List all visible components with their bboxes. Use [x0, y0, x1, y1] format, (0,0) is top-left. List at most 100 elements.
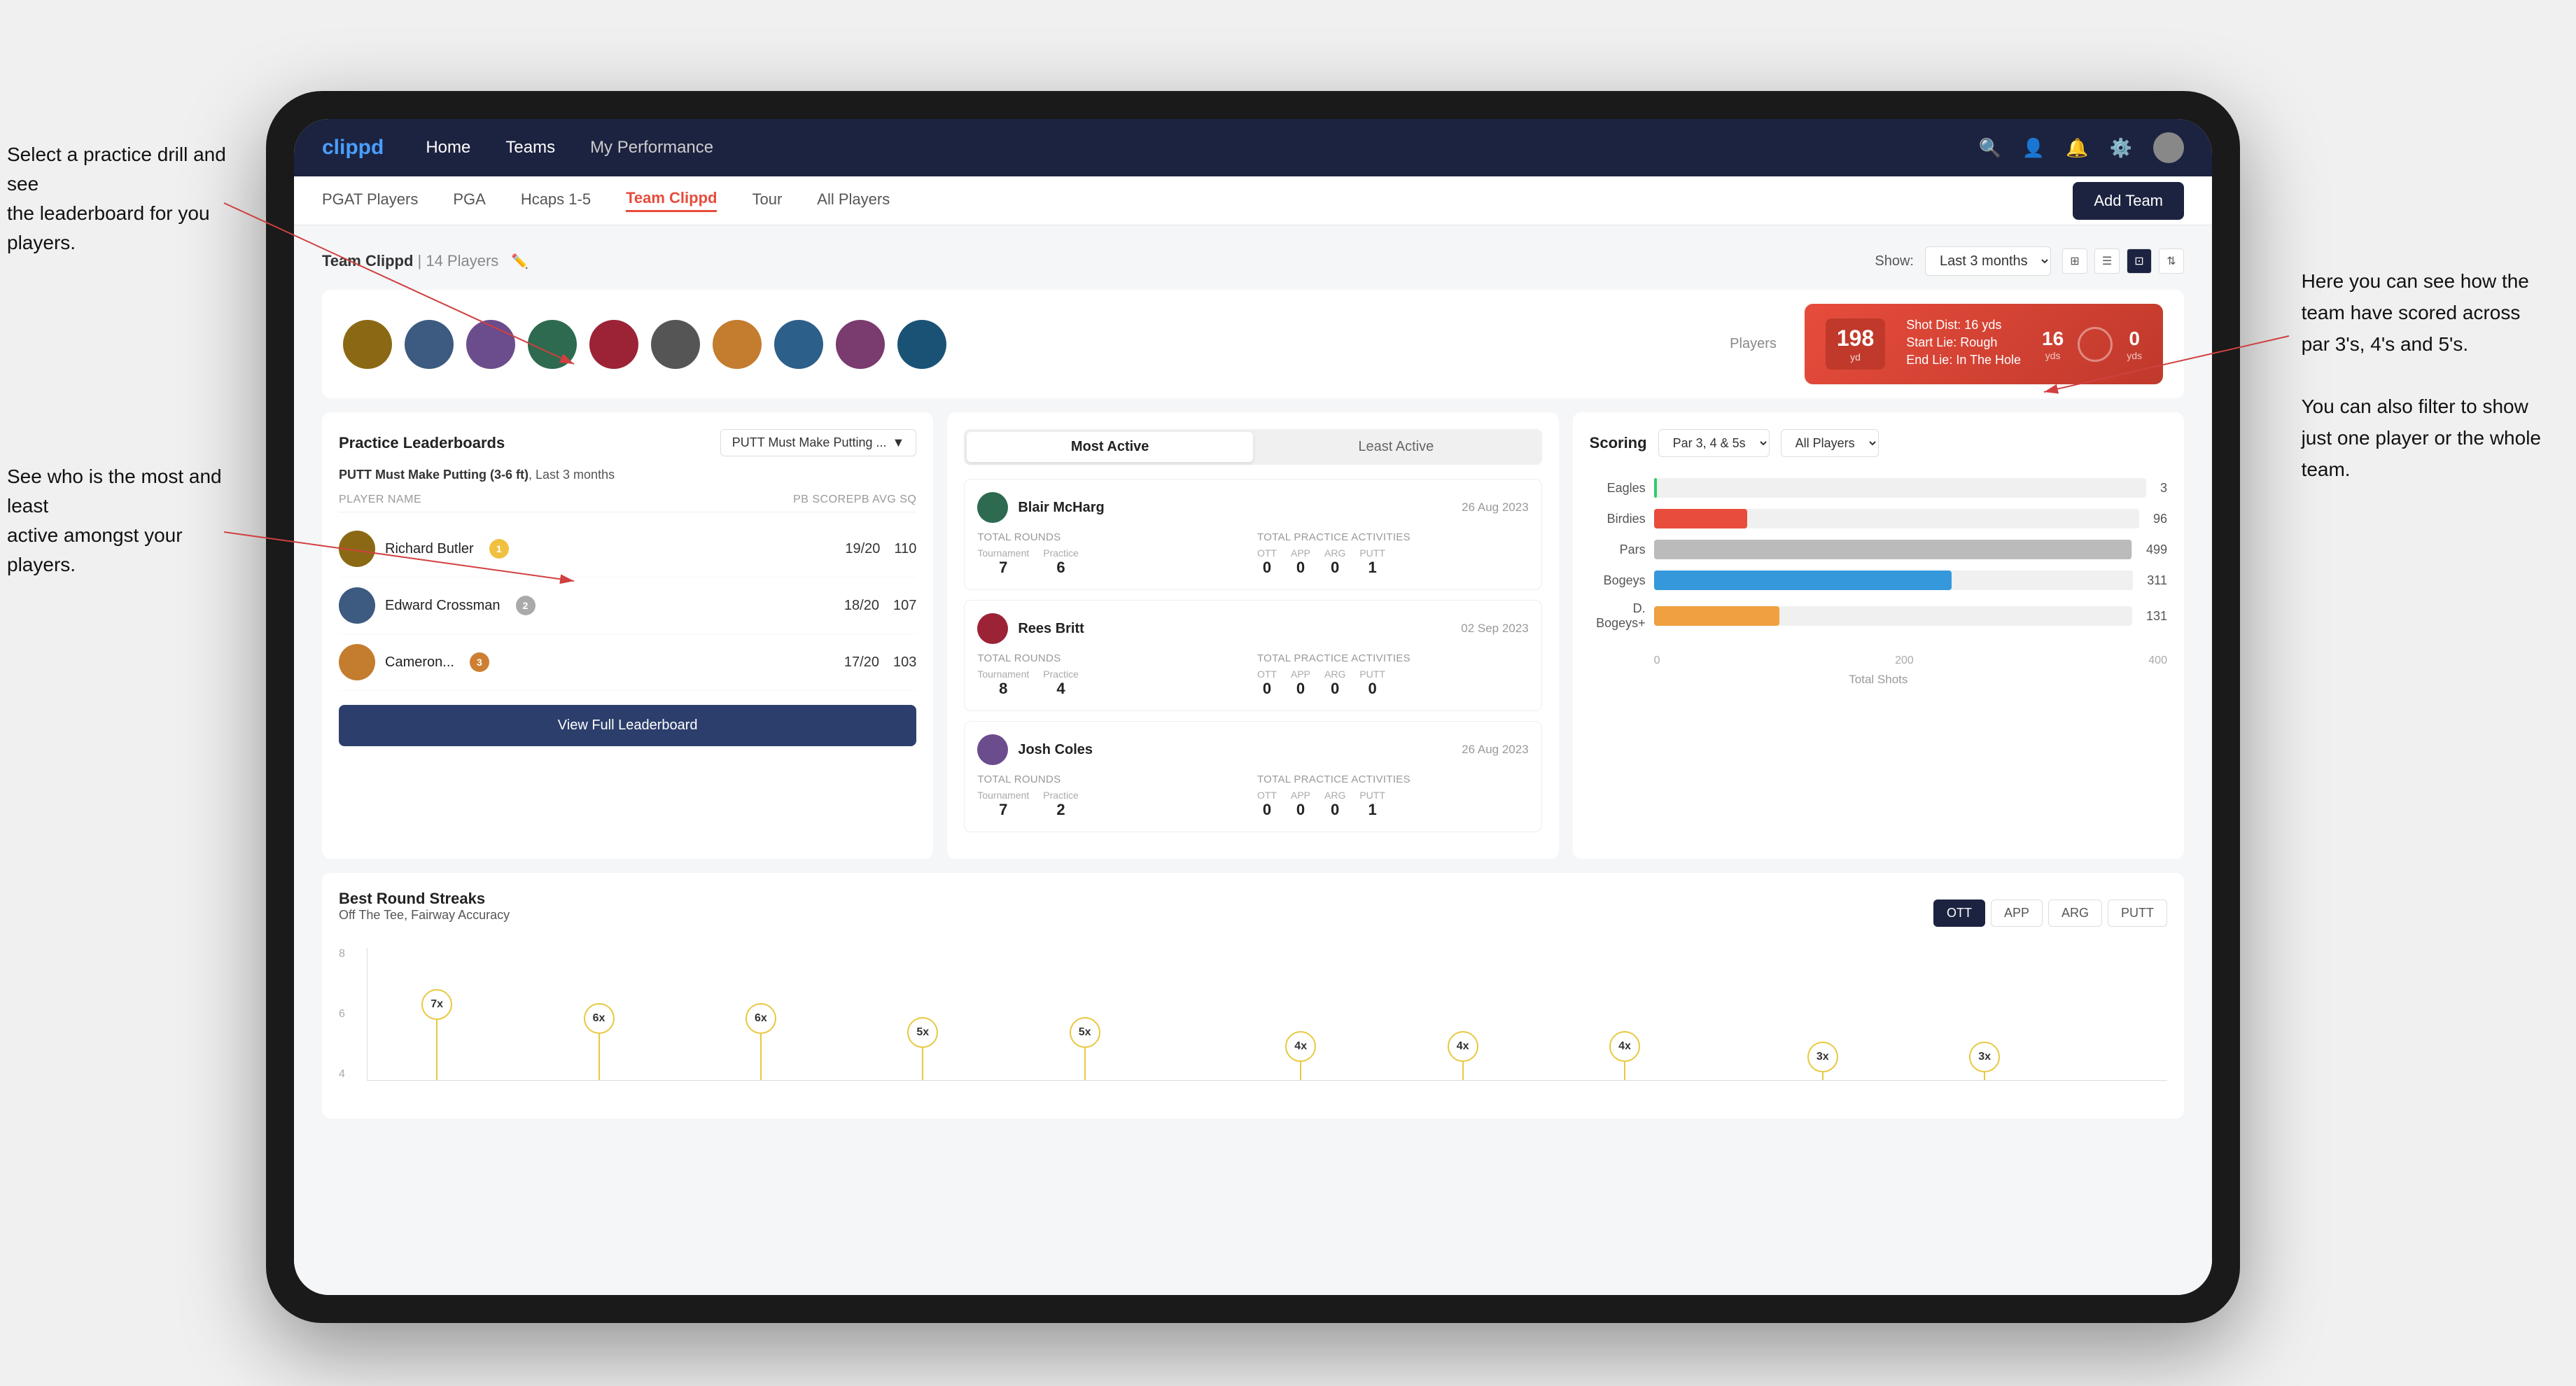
ott-stat-1: OTT 0 [1257, 547, 1277, 577]
lb-badge-1: 1 [489, 539, 509, 559]
scoring-header: Scoring Par 3, 4 & 5s Par 3s Par 4s Par … [1590, 429, 2167, 457]
rounds-row-2: Tournament 8 Practice 4 [977, 668, 1249, 698]
player-avatar-9[interactable] [836, 320, 885, 369]
streaks-title-group: Best Round Streaks Off The Tee, Fairway … [339, 890, 510, 937]
nav-my-performance[interactable]: My Performance [590, 138, 713, 158]
lb-player-2: Edward Crossman 2 [339, 587, 844, 624]
streaks-title: Best Round Streaks [339, 890, 510, 908]
apc-date-3: 26 Aug 2023 [1462, 743, 1528, 757]
total-rounds-label-1: Total Rounds [977, 531, 1249, 543]
bar-track-dbogeys [1654, 606, 2132, 626]
sub-nav-all-players[interactable]: All Players [817, 190, 890, 211]
streak-pin-1: 7x [421, 989, 452, 1080]
shot-dist-unit: yd [1837, 351, 1874, 363]
bar-val-birdies: 96 [2153, 512, 2167, 526]
bar-row-bogeys: Bogeys 311 [1590, 570, 2167, 590]
search-icon[interactable]: 🔍 [1979, 137, 2001, 159]
view-full-leaderboard-button[interactable]: View Full Leaderboard [339, 705, 916, 746]
lb-avatar-1[interactable] [339, 531, 375, 567]
lb-col-avg: PB Avg SQ [854, 493, 917, 506]
user-icon[interactable]: 👤 [2022, 137, 2045, 159]
streak-pin-9: 3x [1807, 1042, 1838, 1080]
ipad-screen: clippd Home Teams My Performance 🔍 👤 🔔 ⚙… [294, 119, 2212, 1295]
player-avatar-7[interactable] [713, 320, 762, 369]
streak-filter-arg[interactable]: ARG [2048, 899, 2102, 927]
annotation-top-left: Select a practice drill and seethe leade… [7, 140, 252, 258]
player-avatar-2[interactable] [405, 320, 454, 369]
lb-badge-3: 3 [470, 652, 489, 672]
lb-col-player: Player Name [339, 493, 793, 506]
sub-nav-hcaps[interactable]: Hcaps 1-5 [521, 190, 591, 211]
lb-avatar-3[interactable] [339, 644, 375, 680]
nav-home[interactable]: Home [426, 138, 470, 158]
lb-score-3: 17/20 [844, 654, 893, 671]
total-rounds-group-3: Total Rounds Tournament 7 Practice 2 [977, 774, 1249, 819]
active-toggle-tabs: Most Active Least Active [964, 429, 1541, 465]
show-filter-group: Show: Last 3 months Last 6 months Last y… [1875, 246, 2184, 276]
apc-avatar-1[interactable] [977, 492, 1008, 523]
lb-avatar-2[interactable] [339, 587, 375, 624]
shot-dist-number: 198 [1837, 326, 1874, 351]
apc-avatar-3[interactable] [977, 734, 1008, 765]
apc-player-1: Blair McHarg [977, 492, 1104, 523]
add-team-button[interactable]: Add Team [2073, 182, 2184, 220]
scoring-par-filter[interactable]: Par 3, 4 & 5s Par 3s Par 4s Par 5s [1658, 429, 1770, 457]
scoring-title: Scoring [1590, 434, 1647, 452]
tab-least-active[interactable]: Least Active [1253, 432, 1539, 462]
scoring-player-filter[interactable]: All Players [1781, 429, 1879, 457]
sub-nav-team-clippd[interactable]: Team Clippd [626, 189, 717, 212]
nav-teams[interactable]: Teams [505, 138, 555, 158]
edit-icon[interactable]: ✏️ [511, 254, 528, 270]
sub-nav-tour[interactable]: Tour [752, 190, 782, 211]
lb-title: Practice Leaderboards [339, 434, 505, 452]
practice-activities-group-3: Total Practice Activities OTT 0 APP 0 [1257, 774, 1529, 819]
time-filter-select[interactable]: Last 3 months Last 6 months Last year [1925, 246, 2051, 276]
shot-yds-group: 16 yds 0 yds [2042, 327, 2142, 362]
player-avatar-10[interactable] [897, 320, 946, 369]
shot-start-lie: Start Lie: Rough [1906, 335, 2021, 350]
streak-filter-putt[interactable]: PUTT [2108, 899, 2167, 927]
bar-row-dbogeys: D. Bogeys+ 131 [1590, 601, 2167, 631]
player-avatar-6[interactable] [651, 320, 700, 369]
lb-drill-dropdown[interactable]: PUTT Must Make Putting ... ▼ [720, 429, 917, 456]
chart-axis: 0 200 400 [1654, 654, 2167, 667]
streak-pin-8: 4x [1609, 1031, 1640, 1080]
bar-fill-bogeys [1654, 570, 1952, 590]
sort-icon[interactable]: ⇅ [2159, 248, 2184, 274]
card-view-icon[interactable]: ⊡ [2127, 248, 2152, 274]
bell-icon[interactable]: 🔔 [2066, 137, 2088, 159]
tab-most-active[interactable]: Most Active [967, 432, 1253, 462]
streak-filter-app[interactable]: APP [1991, 899, 2043, 927]
active-player-card-3: Josh Coles 26 Aug 2023 Total Rounds Tour… [964, 721, 1541, 832]
apc-date-1: 26 Aug 2023 [1462, 500, 1528, 514]
bar-fill-dbogeys [1654, 606, 1779, 626]
streak-pin-5: 5x [1070, 1017, 1100, 1080]
practice-activities-group-1: Total Practice Activities OTT 0 APP 0 [1257, 531, 1529, 577]
lb-avg-1: 110 [894, 541, 916, 557]
apc-date-2: 02 Sep 2023 [1461, 622, 1528, 636]
main-content: Team Clippd | 14 Players ✏️ Show: Last 3… [294, 225, 2212, 1295]
rounds-row-1: Tournament 7 Practice 6 [977, 547, 1249, 577]
player-avatar-3[interactable] [466, 320, 515, 369]
player-avatar-5[interactable] [589, 320, 638, 369]
apc-avatar-2[interactable] [977, 613, 1008, 644]
grid-view-icon[interactable]: ⊞ [2062, 248, 2087, 274]
nav-logo: clippd [322, 136, 384, 160]
nav-bar: clippd Home Teams My Performance 🔍 👤 🔔 ⚙… [294, 119, 2212, 176]
player-avatar-1[interactable] [343, 320, 392, 369]
player-avatar-8[interactable] [774, 320, 823, 369]
player-avatar-4[interactable] [528, 320, 577, 369]
bar-label-pars: Pars [1590, 542, 1646, 557]
nav-items: Home Teams My Performance [426, 138, 1978, 158]
list-view-icon[interactable]: ☰ [2094, 248, 2120, 274]
apc-stats-2: Total Rounds Tournament 8 Practice 4 [977, 652, 1528, 698]
lb-row-1: Richard Butler 1 19/20 110 [339, 521, 916, 578]
sub-nav-pga[interactable]: PGA [453, 190, 485, 211]
streak-filter-ott[interactable]: OTT [1933, 899, 1985, 927]
bar-label-eagles: Eagles [1590, 481, 1646, 496]
avatar[interactable] [2153, 132, 2184, 163]
apc-stats-3: Total Rounds Tournament 7 Practice 2 [977, 774, 1528, 819]
sub-nav-pgat[interactable]: PGAT Players [322, 190, 418, 211]
shot-info: Shot Dist: 16 yds Start Lie: Rough End L… [1906, 318, 2021, 370]
settings-icon[interactable]: ⚙️ [2110, 137, 2132, 159]
